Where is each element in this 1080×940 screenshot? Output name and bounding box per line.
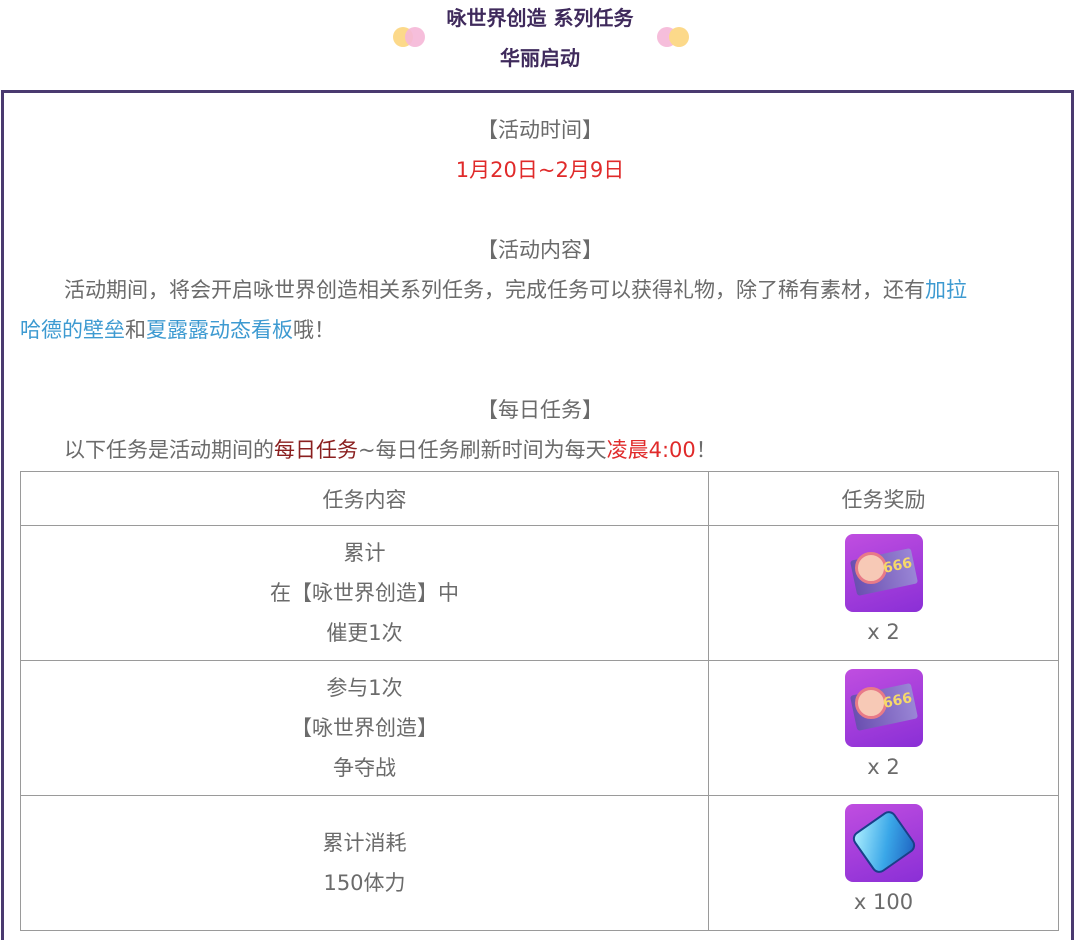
task-line: 催更1次: [326, 621, 403, 645]
task-reward: 666 x 2: [708, 525, 1059, 661]
table-header-reward: 任务奖励: [708, 471, 1059, 526]
activity-time-value: 1月20日~2月9日: [455, 158, 625, 182]
intro-text-1: 以下任务是活动期间的: [64, 438, 274, 462]
battery-icon: [844, 804, 923, 882]
task-line: 参与1次: [326, 676, 403, 700]
table-row: 累计 在【咏世界创造】中 催更1次 666 x 2: [20, 525, 1059, 661]
page-header: 咏世界创造 系列任务 华丽启动: [0, 0, 1080, 80]
connector-text: 和: [125, 318, 146, 342]
content-end-text: 哦！: [293, 318, 335, 342]
daily-tasks-intro: 以下任务是活动期间的每日任务~每日任务刷新时间为每天凌晨4:00！: [20, 430, 1060, 470]
task-line: 150体力: [323, 871, 406, 895]
reward-quantity: x 100: [853, 890, 914, 914]
intro-end: ！: [695, 438, 717, 462]
reward-quantity: x 2: [867, 755, 900, 779]
ticket-icon: 666: [844, 669, 923, 747]
task-reward: 666 x 2: [708, 660, 1059, 796]
daily-tasks-heading: 【每日任务】: [477, 398, 603, 422]
activity-time-heading: 【活动时间】: [477, 118, 603, 142]
table-header-row: 任务内容 任务奖励: [20, 471, 1059, 526]
table-row: 参与1次 【咏世界创造】 争夺战 666 x 2: [20, 660, 1059, 796]
table-row: 累计消耗 150体力 x 100: [20, 795, 1059, 931]
daily-tasks-table: 任务内容 任务奖励 累计 在【咏世界创造】中 催更1次 666 x 2 参与1次…: [20, 471, 1059, 931]
task-line: 【咏世界创造】: [291, 716, 438, 740]
task-content: 累计 在【咏世界创造】中 催更1次: [20, 525, 709, 661]
dots-right-icon: [655, 24, 691, 50]
task-line: 争夺战: [333, 756, 396, 780]
reward-link-fortress-1: 加拉: [925, 278, 967, 302]
table-header-content: 任务内容: [20, 471, 709, 526]
task-line: 在【咏世界创造】中: [270, 581, 459, 605]
page-title-line1: 咏世界创造 系列任务: [446, 6, 634, 30]
activity-content-text: 活动期间，将会开启咏世界创造相关系列任务，完成任务可以获得礼物，除了稀有素材，还…: [64, 278, 925, 302]
reward-link-fortress-2: 哈德的壁垒: [20, 318, 125, 342]
intro-time: 凌晨4:00: [606, 438, 696, 462]
task-content: 参与1次 【咏世界创造】 争夺战: [20, 660, 709, 796]
activity-content-heading: 【活动内容】: [477, 238, 603, 262]
task-content: 累计消耗 150体力: [20, 795, 709, 931]
activity-content-text-2: 哈德的壁垒和夏露露动态看板哦！: [20, 310, 1060, 350]
intro-text-2: ~每日任务刷新时间为每天: [358, 438, 607, 462]
reward-link-board: 夏露露动态看板: [146, 318, 293, 342]
task-line: 累计消耗: [322, 831, 407, 855]
task-line: 累计: [343, 541, 386, 565]
task-reward: x 100: [708, 795, 1059, 931]
activity-content-text-1: 活动期间，将会开启咏世界创造相关系列任务，完成任务可以获得礼物，除了稀有素材，还…: [20, 270, 1060, 310]
page-title-line2: 华丽启动: [500, 46, 580, 70]
reward-quantity: x 2: [867, 620, 900, 644]
intro-highlight: 每日任务: [274, 438, 358, 462]
ticket-icon: 666: [844, 534, 923, 612]
